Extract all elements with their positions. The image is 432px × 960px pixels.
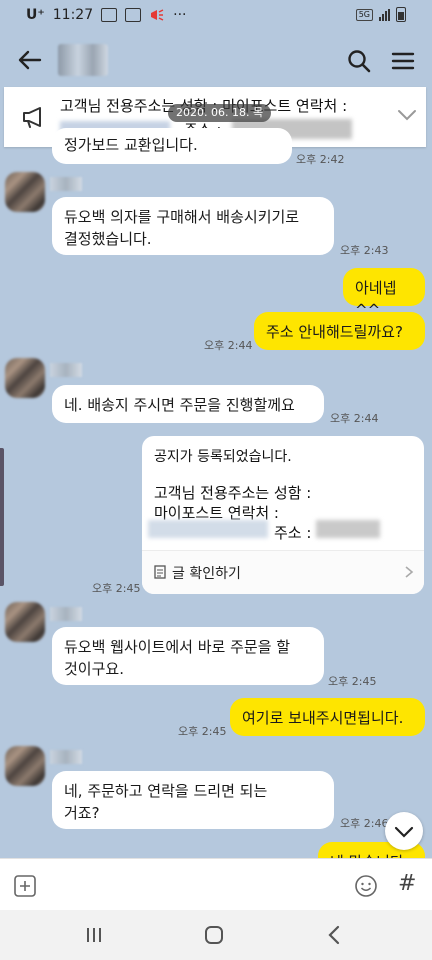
message-text: 것이구요. bbox=[64, 660, 124, 678]
message-text: 여기로 보내주시면됩니다. bbox=[242, 709, 404, 727]
hamburger-menu-icon[interactable] bbox=[390, 48, 416, 74]
message-time: 오후 2:44 bbox=[204, 339, 253, 352]
message-input-bar: # bbox=[0, 858, 432, 911]
recent-apps-icon[interactable] bbox=[84, 926, 104, 944]
sender-name-redacted bbox=[50, 363, 82, 377]
message-bubble-incoming[interactable]: 정가보드 교환입니다. bbox=[52, 128, 292, 164]
message-time: 오후 2:45 bbox=[178, 725, 227, 738]
message-text: 네, 주문하고 연락을 드리면 되는 bbox=[64, 782, 268, 800]
notice-card-open-button[interactable]: 글 확인하기 bbox=[142, 550, 424, 594]
sender-name-redacted bbox=[50, 177, 82, 191]
notice-card-line3: 주소 : bbox=[274, 524, 312, 542]
message-input[interactable] bbox=[50, 869, 344, 903]
message-bubble-incoming[interactable]: 네. 배송지 주시면 주문을 진행할께요 bbox=[52, 385, 324, 423]
message-bubble-outgoing[interactable]: 주소 안내해드릴까요? bbox=[254, 312, 425, 350]
carrier-label: U⁺ bbox=[26, 7, 45, 23]
message-time: 오후 2:45 bbox=[328, 675, 377, 688]
plus-icon[interactable] bbox=[14, 875, 36, 897]
more-notifications: ··· bbox=[173, 7, 187, 23]
gallery-icon bbox=[101, 8, 118, 22]
message-text: 거죠? bbox=[64, 804, 100, 822]
message-bubble-outgoing[interactable]: 아네넵^^ bbox=[343, 268, 425, 319]
message-bubble-outgoing[interactable]: 여기로 보내주시면됩니다. bbox=[230, 698, 425, 736]
message-bubble-incoming[interactable]: 듀오백 웹사이트에서 바로 주문을 할 것이구요. bbox=[52, 627, 324, 685]
notice-card-title: 공지가 등록되었습니다. bbox=[154, 449, 292, 465]
message-text: 듀오백 의자를 구매해서 배송시키기로 bbox=[64, 208, 300, 226]
avatar[interactable] bbox=[5, 602, 45, 642]
sender-name-redacted bbox=[50, 750, 82, 764]
message-text: 주소 안내해드릴까요? bbox=[266, 323, 403, 341]
back-arrow-icon[interactable] bbox=[16, 48, 44, 72]
chevron-right-icon bbox=[405, 566, 414, 578]
network-badge: 5G bbox=[355, 8, 373, 21]
signal-icon bbox=[379, 8, 390, 21]
battery-icon bbox=[396, 7, 406, 22]
status-bar: U⁺ 11:27 ··· 5G bbox=[0, 0, 432, 32]
image-icon bbox=[125, 8, 142, 22]
emoji-icon[interactable] bbox=[354, 874, 378, 898]
notice-card-open-label: 글 확인하기 bbox=[172, 566, 241, 582]
hashtag-search-button[interactable]: # bbox=[398, 871, 416, 896]
scroll-to-bottom-button[interactable] bbox=[385, 812, 423, 850]
notice-card-redacted-address-end bbox=[316, 520, 380, 538]
notice-card[interactable]: 공지가 등록되었습니다. 고객님 전용주소는 성함 : 마이포스트 연락처 : … bbox=[142, 436, 424, 594]
message-time: 오후 2:46 bbox=[340, 817, 389, 830]
sender-name-redacted bbox=[50, 607, 82, 621]
message-time: 오후 2:43 bbox=[340, 244, 389, 257]
search-icon[interactable] bbox=[346, 48, 372, 74]
chat-header bbox=[0, 36, 432, 84]
notice-card-redacted-address bbox=[148, 520, 268, 538]
megaphone-icon bbox=[23, 107, 41, 128]
notice-card-line1: 고객님 전용주소는 성함 : bbox=[154, 484, 312, 502]
date-overlay: 2020. 06. 18. 목 bbox=[168, 104, 272, 122]
message-bubble-incoming[interactable]: 네, 주문하고 연락을 드리면 되는 거죠? bbox=[52, 771, 334, 829]
avatar[interactable] bbox=[5, 358, 45, 398]
home-icon[interactable] bbox=[204, 926, 224, 944]
status-left: U⁺ 11:27 ··· bbox=[26, 7, 186, 23]
edge-handle[interactable] bbox=[0, 448, 4, 586]
clock: 11:27 bbox=[52, 7, 94, 23]
chevron-down-icon[interactable] bbox=[396, 107, 418, 123]
message-time: 오후 2:45 bbox=[92, 582, 141, 595]
message-bubble-incoming[interactable]: 듀오백 의자를 구매해서 배송시키기로 결정했습니다. bbox=[52, 197, 334, 255]
system-back-icon[interactable] bbox=[326, 924, 342, 946]
message-time: 오후 2:42 bbox=[296, 153, 345, 166]
message-text: 정가보드 교환입니다. bbox=[64, 136, 198, 154]
alert-icon bbox=[151, 9, 164, 21]
avatar[interactable] bbox=[5, 746, 45, 786]
message-time: 오후 2:44 bbox=[330, 412, 379, 425]
chat-room-name-redacted bbox=[58, 44, 108, 76]
document-icon bbox=[154, 565, 166, 579]
chevron-down-icon bbox=[394, 826, 414, 838]
system-nav-bar bbox=[0, 910, 432, 960]
status-right: 5G bbox=[355, 7, 406, 22]
avatar[interactable] bbox=[5, 172, 45, 212]
message-text: 네. 배송지 주시면 주문을 진행할께요 bbox=[64, 396, 295, 414]
message-text: 결정했습니다. bbox=[64, 230, 152, 248]
message-text: 듀오백 웹사이트에서 바로 주문을 할 bbox=[64, 638, 291, 656]
